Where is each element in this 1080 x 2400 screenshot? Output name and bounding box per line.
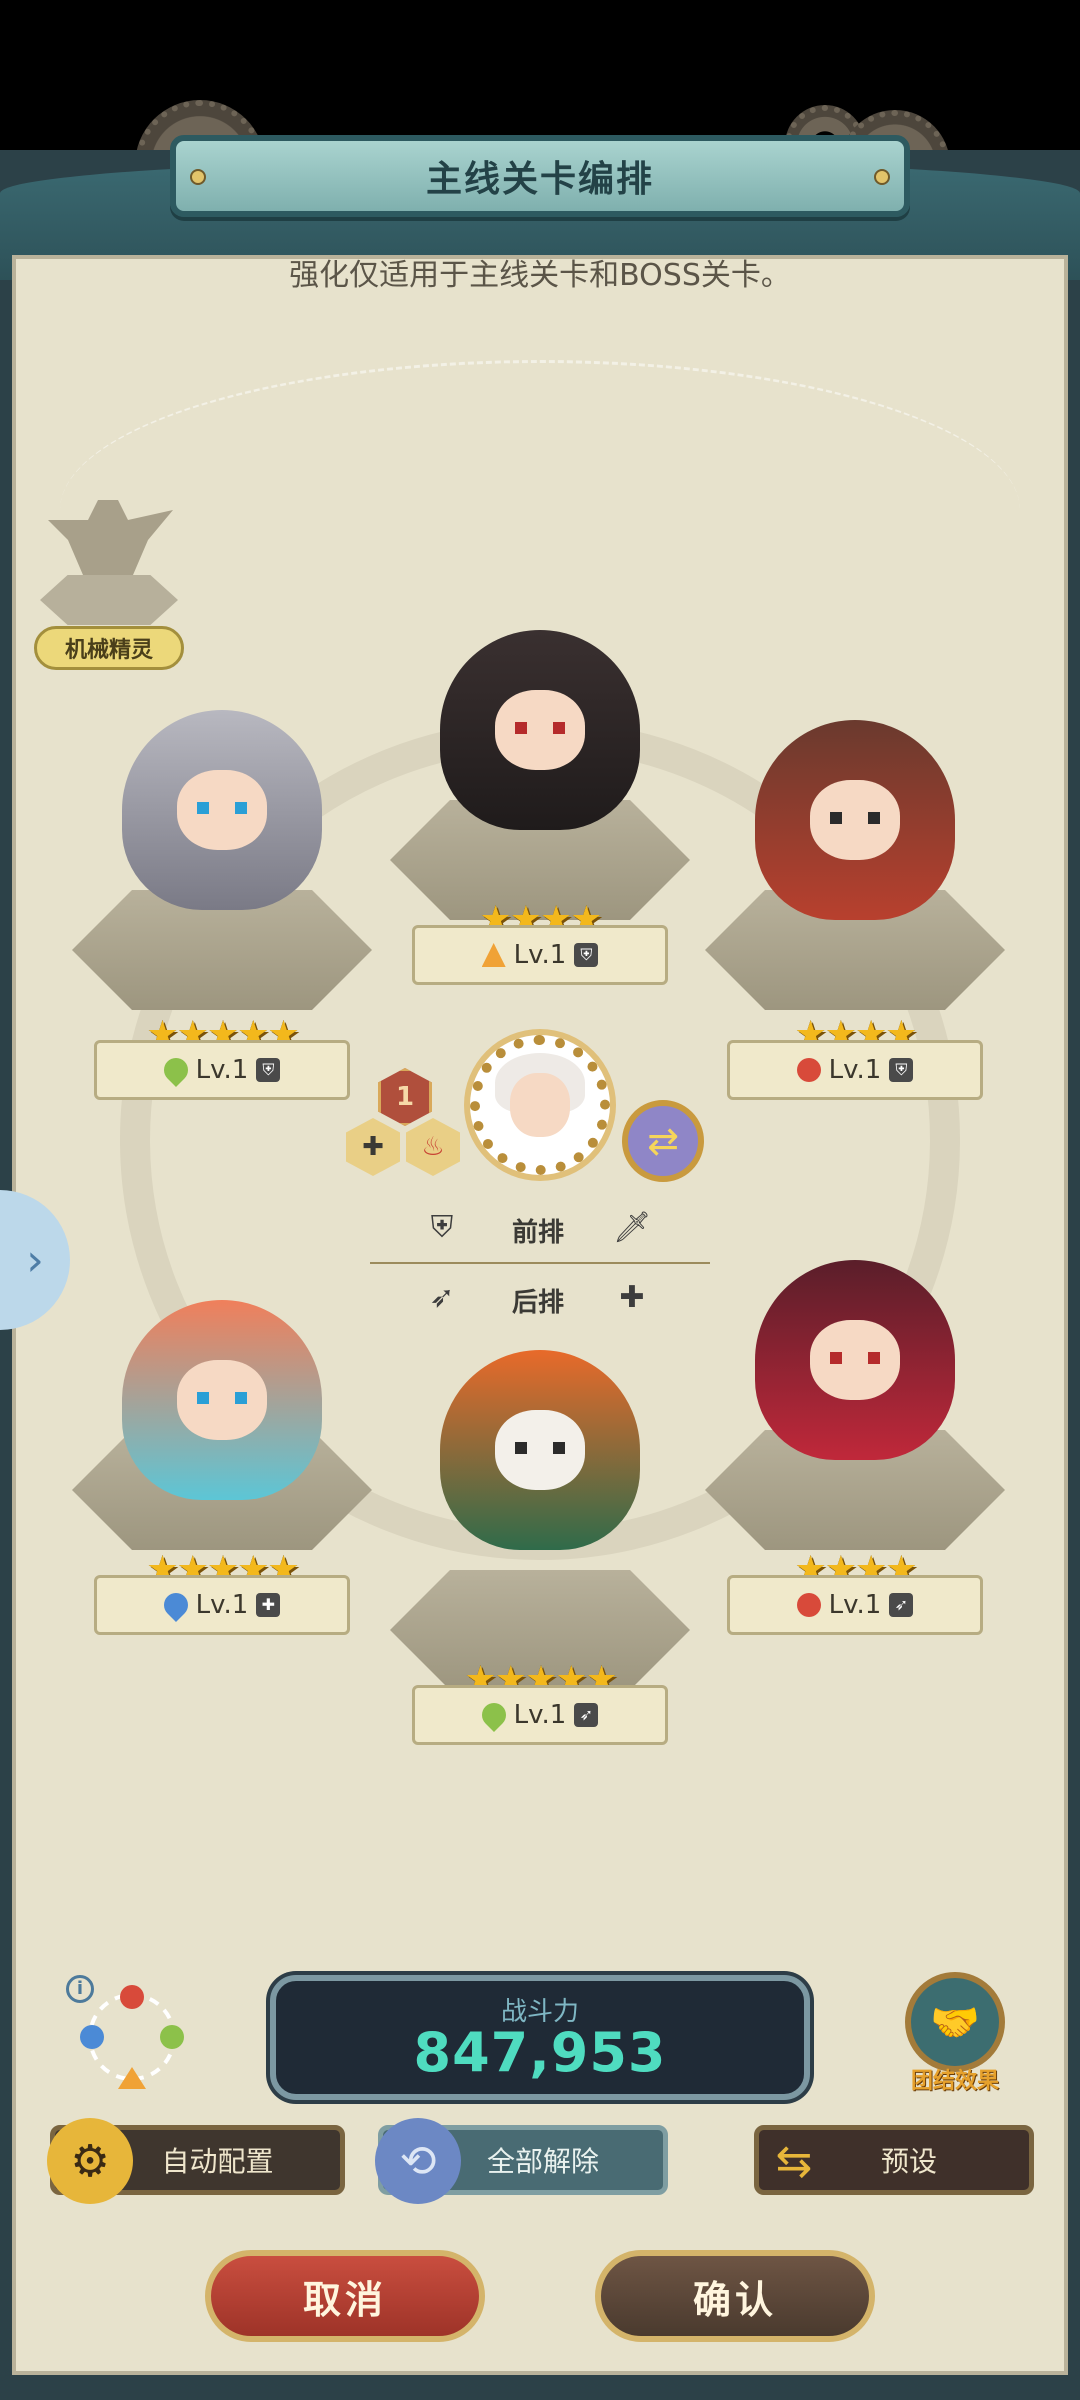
element-wheel-icon[interactable] bbox=[60, 1975, 200, 2095]
preset-label: 预设 bbox=[880, 2145, 937, 2178]
level-text: Lv.1 bbox=[195, 1590, 249, 1620]
level-box: Lv.1 ✚ bbox=[94, 1575, 350, 1635]
earth-element-icon bbox=[481, 943, 506, 967]
fire-element-icon bbox=[796, 1593, 821, 1617]
preset-button[interactable]: ⇆ 预设 bbox=[754, 2125, 1034, 2195]
hero-sprite[interactable] bbox=[440, 630, 640, 830]
mech-spirit-silhouette-icon[interactable] bbox=[38, 490, 178, 580]
cancel-label: 取消 bbox=[302, 2277, 387, 2322]
level-text: Lv.1 bbox=[513, 940, 567, 970]
hero-eyes bbox=[197, 1392, 247, 1404]
leader-rank-text: 1 bbox=[395, 1082, 415, 1112]
arrow-role-icon: ➶ bbox=[574, 1703, 599, 1727]
page-title: 主线关卡编排 bbox=[425, 159, 654, 200]
chevron-right-icon: › bbox=[26, 1234, 44, 1286]
hero-slot-6[interactable]: ★★★★ Lv.1 ➶ bbox=[705, 1260, 1005, 1640]
hero-eyes bbox=[515, 1442, 565, 1454]
level-text: Lv.1 bbox=[195, 1055, 249, 1085]
leader-portrait[interactable] bbox=[470, 1035, 610, 1175]
background-arc bbox=[60, 360, 1020, 660]
arrow-role-icon: ➶ bbox=[889, 1593, 914, 1617]
page-subtitle: 强化仅适用于主线关卡和BOSS关卡。 bbox=[289, 258, 791, 293]
shield-role-icon: ⛨ bbox=[430, 1210, 454, 1245]
rivet-icon bbox=[874, 169, 890, 185]
swap-leader-button[interactable]: ⇄ bbox=[622, 1100, 704, 1182]
level-box: Lv.1 ⛨ bbox=[94, 1040, 350, 1100]
leader-face bbox=[510, 1073, 570, 1137]
mech-spirit-label[interactable]: 机械精灵 bbox=[34, 626, 184, 670]
swap-arrows-icon: ⇆ bbox=[775, 2135, 813, 2187]
hero-eyes bbox=[830, 1352, 880, 1364]
arrow-role-icon: ➶ bbox=[429, 1280, 455, 1315]
clear-all-label: 全部解除 bbox=[486, 2145, 599, 2178]
cancel-button[interactable]: 取消 bbox=[205, 2250, 485, 2342]
hero-sprite[interactable] bbox=[755, 1260, 955, 1460]
gear-moon-icon: ⚙ bbox=[47, 2118, 133, 2204]
shield-role-icon: ⛨ bbox=[889, 1058, 914, 1082]
row-divider bbox=[370, 1262, 710, 1264]
hero-eyes bbox=[197, 802, 247, 814]
level-text: Lv.1 bbox=[828, 1055, 882, 1085]
hero-slot-2[interactable]: ★★★★ Lv.1 ⛨ bbox=[390, 620, 690, 1000]
hero-slot-3[interactable]: ★★★★ Lv.1 ⛨ bbox=[705, 720, 1005, 1110]
spirit-pedestal bbox=[40, 575, 178, 625]
rivet-icon bbox=[190, 169, 206, 185]
hero-sprite[interactable] bbox=[755, 720, 955, 920]
level-box: Lv.1 ➶ bbox=[412, 1685, 668, 1745]
level-text: Lv.1 bbox=[513, 1700, 567, 1730]
unlink-icon: ⟲ bbox=[375, 2118, 461, 2204]
auto-config-label: 自动配置 bbox=[161, 2145, 274, 2178]
hero-slot-5[interactable]: ★★★★★ Lv.1 ➶ bbox=[390, 1330, 690, 1750]
level-box: Lv.1 ⛨ bbox=[412, 925, 668, 985]
auto-config-button[interactable]: ⚙ 自动配置 bbox=[47, 2118, 345, 2204]
combat-power-panel: 战斗力 847,953 bbox=[270, 1975, 810, 2100]
sword-role-icon: 🗡 bbox=[612, 1210, 652, 1245]
fire-element-icon bbox=[796, 1058, 821, 1082]
shield-role-icon: ⛨ bbox=[256, 1058, 281, 1082]
combat-power-value: 847,953 bbox=[413, 2021, 667, 2084]
confirm-label: 确认 bbox=[692, 2277, 777, 2322]
handshake-icon[interactable]: 🤝 bbox=[905, 1972, 1005, 2072]
back-row-label: 后排 bbox=[512, 1288, 565, 1318]
heal-role-icon: ✚ bbox=[256, 1593, 281, 1617]
level-box: Lv.1 ⛨ bbox=[727, 1040, 983, 1100]
level-box: Lv.1 ➶ bbox=[727, 1575, 983, 1635]
hero-slot-4[interactable]: ★★★★★ Lv.1 ✚ bbox=[72, 1300, 372, 1640]
unity-effect-label[interactable]: 团结效果 bbox=[895, 2063, 1015, 2095]
title-plate: 主线关卡编排 bbox=[170, 135, 910, 217]
grass-element-icon bbox=[158, 1053, 193, 1087]
hero-sprite[interactable] bbox=[440, 1350, 640, 1550]
confirm-button[interactable]: 确认 bbox=[595, 2250, 875, 2342]
hero-slot-1[interactable]: ★★★★★ Lv.1 ⛨ bbox=[72, 690, 372, 1110]
level-text: Lv.1 bbox=[828, 1590, 882, 1620]
hero-eyes bbox=[515, 722, 565, 734]
hero-eyes bbox=[830, 812, 880, 824]
water-element-icon bbox=[158, 1588, 193, 1622]
hero-sprite[interactable] bbox=[122, 710, 322, 910]
clear-all-button[interactable]: ⟲ 全部解除 bbox=[375, 2118, 668, 2204]
hero-sprite[interactable] bbox=[122, 1300, 322, 1500]
heal-role-icon: ✚ bbox=[619, 1280, 645, 1315]
front-row-label: 前排 bbox=[512, 1218, 565, 1248]
shield-role-icon: ⛨ bbox=[574, 943, 599, 967]
grass-element-icon bbox=[476, 1698, 511, 1732]
